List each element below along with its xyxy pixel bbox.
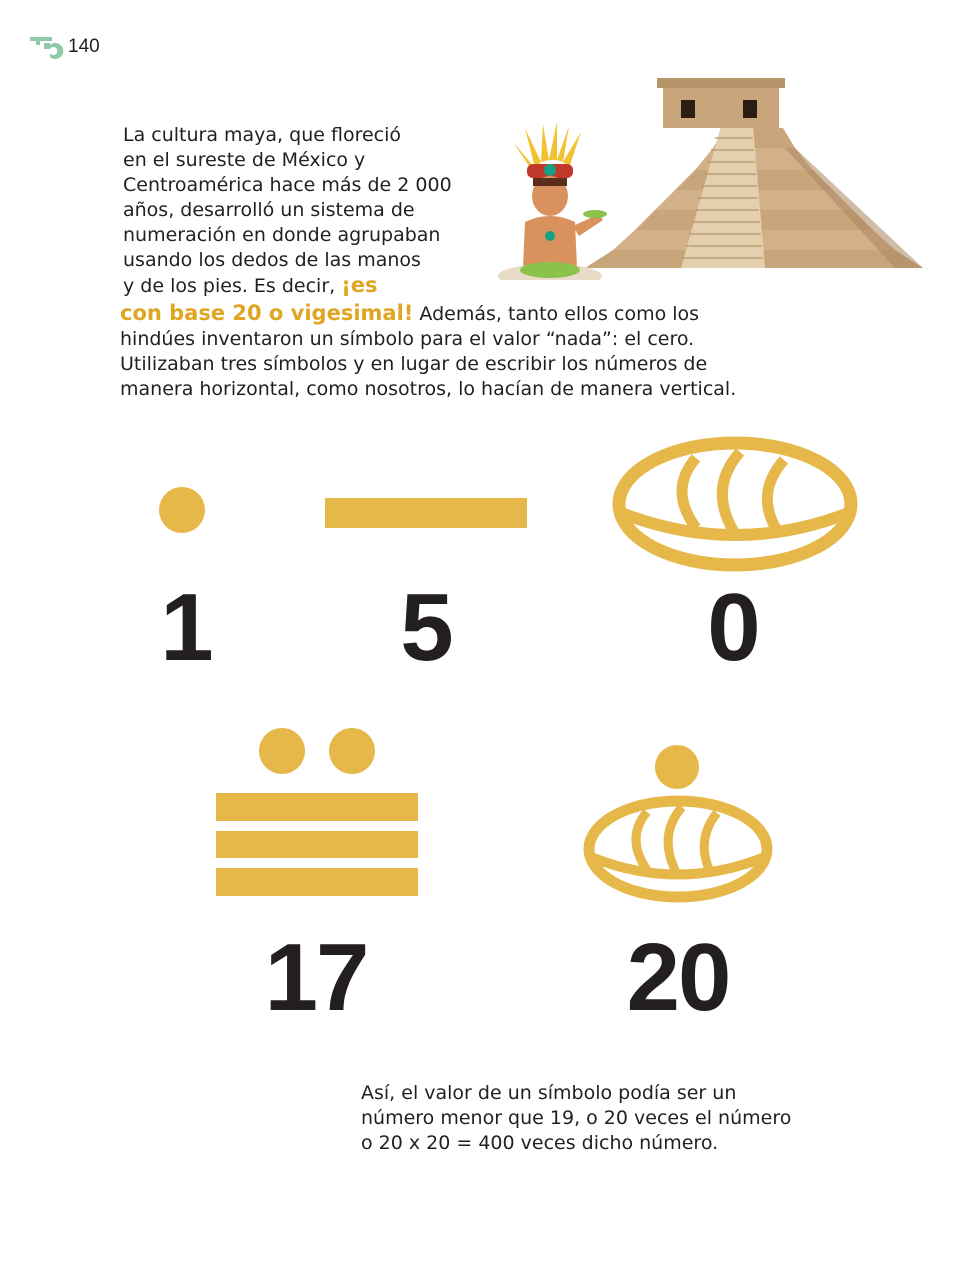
closing-line: Así, el valor de un símbolo podía ser un [361, 1082, 737, 1104]
intro-paragraph-top: La cultura maya, que floreció en el sure… [123, 123, 452, 299]
numeral-one: 1 [160, 574, 213, 681]
intro-line-text: Además, tanto ellos como los [413, 303, 700, 325]
numeral-twenty: 20 [626, 924, 732, 1031]
closing-paragraph: Así, el valor de un símbolo podía ser un… [361, 1081, 791, 1156]
page-number: 140 [68, 36, 100, 57]
maya-twenty-glyph [583, 745, 773, 903]
intro-line: años, desarrolló un sistema de [123, 199, 415, 221]
intro-line: manera horizontal, como nosotros, lo hac… [120, 378, 737, 400]
closing-line: o 20 x 20 = 400 veces dicho número. [361, 1132, 719, 1154]
intro-line: con base 20 o vigesimal! Además, tanto e… [120, 301, 736, 327]
intro-line: usando los dedos de las manos [123, 249, 421, 271]
textbook-page: 140 La cultura maya, que floreció en el … [0, 0, 970, 1276]
numeral-seventeen: 17 [264, 924, 370, 1031]
maya-shell-glyph [612, 436, 858, 572]
highlight-text: ¡es [341, 273, 378, 297]
maya-fret-icon [30, 37, 64, 59]
numeral-five: 5 [400, 574, 453, 681]
maya-seventeen-glyph [216, 728, 418, 896]
maya-dot-glyph [159, 487, 205, 533]
intro-paragraph-bottom: con base 20 o vigesimal! Además, tanto e… [120, 301, 736, 402]
intro-line: en el sureste de México y [123, 149, 366, 171]
intro-line: Utilizaban tres símbolos y en lugar de e… [120, 353, 708, 375]
maya-bar-glyph [325, 498, 527, 528]
intro-line: numeración en donde agrupaban [123, 224, 441, 246]
intro-line: y de los pies. Es decir, ¡es [123, 273, 452, 299]
intro-line: La cultura maya, que floreció [123, 124, 401, 146]
intro-line: hindúes inventaron un símbolo para el va… [120, 328, 695, 350]
highlight-text: con base 20 o vigesimal! [120, 301, 414, 325]
numeral-zero: 0 [707, 574, 760, 681]
closing-line: número menor que 19, o 20 veces el númer… [361, 1107, 792, 1129]
intro-line-text: y de los pies. Es decir, [123, 275, 342, 297]
mayan-pyramid-illustration [498, 78, 923, 280]
intro-line: Centroamérica hace más de 2 000 [123, 174, 452, 196]
